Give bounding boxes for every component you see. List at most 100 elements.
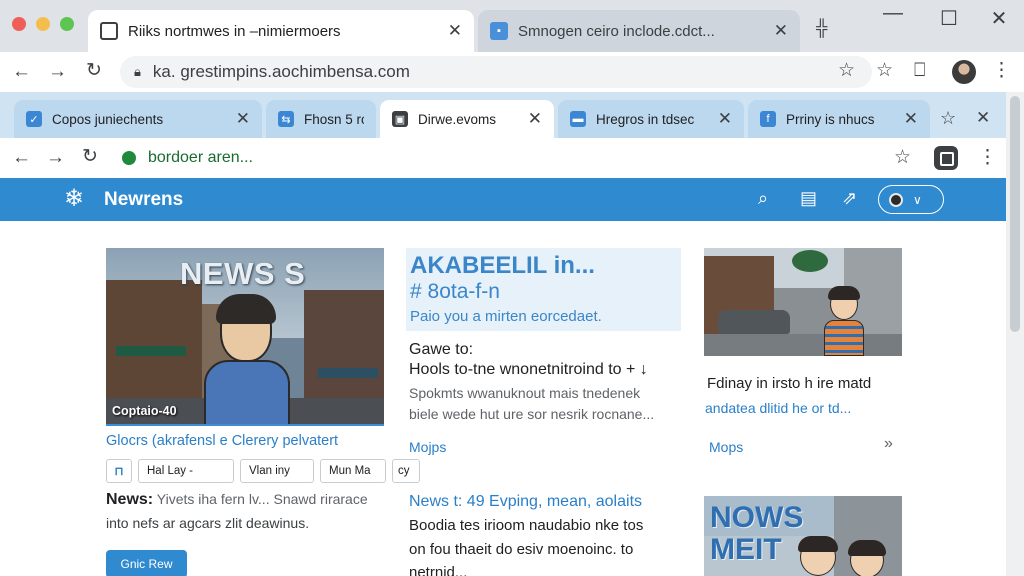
close-window-icon[interactable]: ✕ xyxy=(984,6,1014,31)
inner-tab-label: Hregros in tdsec xyxy=(596,111,695,127)
page-favicon-icon: ⇆ xyxy=(278,111,294,127)
side-article-image-2[interactable]: NOWS MEIT xyxy=(704,496,902,576)
share-icon[interactable]: ⇗ xyxy=(842,189,857,207)
reading-list-icon[interactable]: ⎕ xyxy=(914,61,925,80)
close-icon[interactable]: ✕ xyxy=(718,109,732,129)
inner-tab-active[interactable]: ▣ Dirwe.evoms ✕ xyxy=(380,100,554,138)
address-text: bordoer aren... xyxy=(148,149,253,166)
hero-headline-link[interactable]: Glocrs (akrafensl e Clerery pelvatert xyxy=(106,433,338,449)
check-favicon-icon: ✓ xyxy=(26,111,42,127)
inner-tab-label: Dirwe.evoms xyxy=(418,111,497,127)
reload-icon[interactable]: ↻ xyxy=(86,61,102,80)
news-summary: News: Yivets iha fern lv... Snawd rirara… xyxy=(106,491,406,509)
inner-tab-label: Copos juniechents xyxy=(52,111,164,127)
user-avatar xyxy=(889,192,903,207)
more-link[interactable]: Mops xyxy=(709,439,743,455)
outer-tab-label: Smnogen ceiro inclode.cdct... xyxy=(518,22,715,40)
lock-icon: 🔒︎ xyxy=(134,64,141,79)
close-icon[interactable]: ✕ xyxy=(774,21,788,41)
close-icon[interactable]: ✕ xyxy=(904,109,918,129)
more-link[interactable]: Mojps xyxy=(409,439,446,455)
outer-tab[interactable]: ▪ Smnogen ceiro inclode.cdct... ✕ xyxy=(478,10,800,52)
extension-icon[interactable] xyxy=(934,146,958,170)
chip[interactable]: Vlan iny xyxy=(240,459,314,483)
bookmark-star-icon[interactable]: ☆ xyxy=(894,148,911,167)
back-icon[interactable]: ← xyxy=(12,148,31,167)
outer-tab-active[interactable]: Riiks nortmwes in –nimiermoers ✕ xyxy=(88,10,474,52)
snowflake-logo-icon[interactable]: ❄ xyxy=(64,187,84,211)
article-headline[interactable]: Hools to-tne wnonetnitroind to + ↓ xyxy=(409,361,648,379)
inner-tab[interactable]: ⇆ Fhosn 5 ro xyxy=(266,100,376,138)
hero-image[interactable]: NEWS S Coptaio-40 xyxy=(106,248,384,425)
forward-icon[interactable]: → xyxy=(46,148,65,167)
image-title: NOWS MEIT xyxy=(710,501,804,566)
hero-caption: Coptaio-40 xyxy=(112,404,177,418)
chip[interactable]: Hal Lay - xyxy=(138,459,234,483)
hero-chips: ⊓ Hal Lay - Vlan iny Mun Ma cy xyxy=(106,459,420,483)
inner-tab-label: Fhosn 5 ro xyxy=(304,111,364,127)
back-icon[interactable]: ← xyxy=(12,62,31,81)
inner-tab[interactable]: f Prriny is nhucs ✕ xyxy=(748,100,930,138)
inner-tab-label: Prriny is nhucs xyxy=(786,111,875,127)
page-favicon-icon: ▣ xyxy=(392,111,408,127)
article-excerpt: biele wede hut ure sor nesrik rocnane... xyxy=(409,406,655,422)
primary-button[interactable]: Gnic Rew xyxy=(106,550,187,576)
tab-search-icon[interactable]: ╬ xyxy=(816,20,827,38)
window-zoom-dot-icon[interactable] xyxy=(60,17,74,31)
window-close-dot-icon[interactable] xyxy=(12,17,26,31)
article-excerpt: netrnid... xyxy=(409,564,468,576)
newspaper-icon[interactable]: ▤ xyxy=(800,189,817,207)
search-icon[interactable]: ⌕ xyxy=(758,189,768,207)
outer-toolbar: ← → ↻ 🔒︎ ka. grestimpins.aochimbensa.com… xyxy=(0,52,1024,92)
secure-icon xyxy=(122,151,136,165)
forward-icon[interactable]: → xyxy=(48,62,67,81)
site-header: ❄ Newrens ⌕ ▤ ⇗ ∨ xyxy=(0,178,1006,221)
promo-card[interactable]: AKABEELIL in... # 8ota-f-n Paio you a mi… xyxy=(406,248,681,331)
hero-image-title: NEWS S xyxy=(180,256,306,291)
cartoon-man-illustration xyxy=(204,360,290,425)
close-icon[interactable]: ✕ xyxy=(528,109,542,129)
address-bar[interactable]: 🔒︎ ka. grestimpins.aochimbensa.com xyxy=(120,56,872,88)
window-minimize-dot-icon[interactable] xyxy=(36,17,50,31)
article-headline-link[interactable]: News t: 49 Evping, mean, aolaits xyxy=(409,493,642,511)
side-article-image[interactable] xyxy=(704,248,902,356)
scrollbar-thumb[interactable] xyxy=(1010,96,1020,332)
chip[interactable]: Mun Ma xyxy=(320,459,386,483)
address-bar[interactable]: bordoer aren... xyxy=(114,142,874,174)
news-text: Yivets iha fern lv... Snawd rirarace xyxy=(156,491,368,507)
page-favicon-icon xyxy=(100,22,118,40)
menu-icon[interactable]: ⋮ xyxy=(978,148,997,167)
chip[interactable]: cy xyxy=(392,459,420,483)
page-favicon-icon: ▬ xyxy=(570,111,586,127)
close-icon[interactable]: ✕ xyxy=(448,21,462,41)
minimize-icon[interactable]: — xyxy=(878,2,908,25)
facebook-favicon-icon: f xyxy=(760,111,776,127)
article-excerpt: Boodia tes irioom naudabio nke tos xyxy=(409,517,644,534)
side-article-excerpt[interactable]: andatea dlitid he or td... xyxy=(705,400,851,416)
article-kicker: Gawe to: xyxy=(409,341,474,358)
hero-divider xyxy=(106,424,384,426)
maximize-icon[interactable]: ☐ xyxy=(934,6,964,31)
inner-tab[interactable]: ✓ Copos juniechents ✕ xyxy=(14,100,262,138)
close-icon[interactable]: ✕ xyxy=(236,109,250,129)
menu-icon[interactable]: ⋮ xyxy=(992,61,1011,80)
bookmark-star-icon[interactable]: ☆ xyxy=(838,61,855,80)
reload-icon[interactable]: ↻ xyxy=(82,147,98,166)
promo-subtitle: # 8ota-f-n xyxy=(410,280,500,303)
news-summary-line2: into nefs ar agcars zlit deawinus. xyxy=(106,515,310,531)
tab-bar-star-icon[interactable]: ☆ xyxy=(940,108,956,129)
side-article-headline[interactable]: Fdinay in irsto h ire matd xyxy=(707,375,871,392)
filter-icon[interactable]: ⊓ xyxy=(106,459,132,483)
favorites-star-icon[interactable]: ☆ xyxy=(876,61,893,80)
address-text: ka. grestimpins.aochimbensa.com xyxy=(152,62,410,81)
close-icon[interactable]: ✕ xyxy=(976,108,990,128)
account-menu-button[interactable]: ∨ xyxy=(878,185,944,214)
inner-tab-strip: ✓ Copos juniechents ✕ ⇆ Fhosn 5 ro ▣ Dir… xyxy=(0,92,1010,138)
article-excerpt: on fou thaeit do esiv moenoinc. to xyxy=(409,541,634,558)
inner-tab[interactable]: ▬ Hregros in tdsec ✕ xyxy=(558,100,744,138)
news-label: News: xyxy=(106,491,154,508)
profile-avatar[interactable] xyxy=(952,60,976,84)
site-brand[interactable]: Newrens xyxy=(104,189,183,211)
chevron-right-icon[interactable]: » xyxy=(884,435,893,453)
outer-tab-strip: Riiks nortmwes in –nimiermoers ✕ ▪ Smnog… xyxy=(0,0,1024,52)
